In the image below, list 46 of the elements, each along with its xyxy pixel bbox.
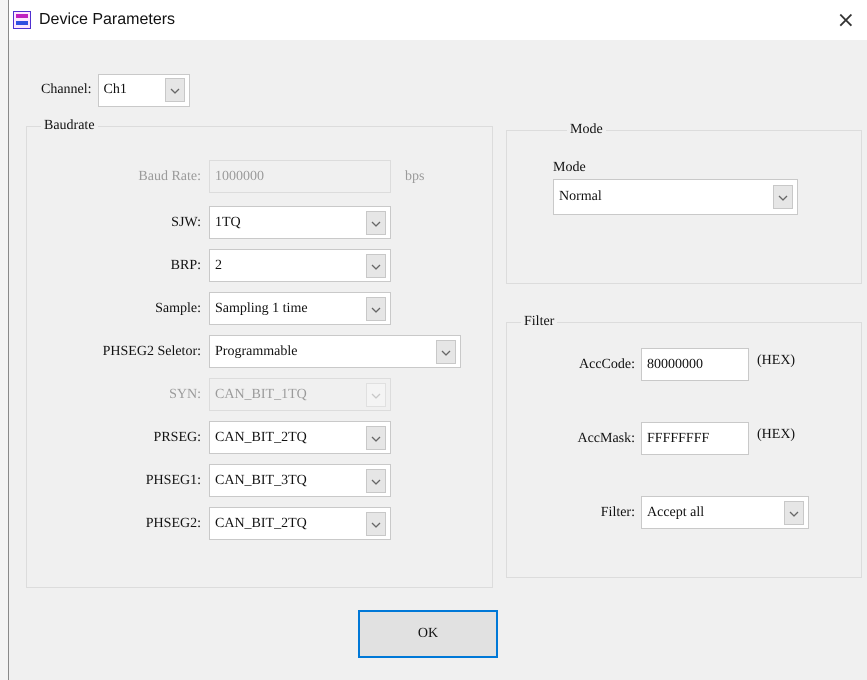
channel-label: Channel:	[41, 82, 92, 98]
chevron-down-icon[interactable]	[366, 426, 386, 450]
chevron-down-icon[interactable]	[164, 78, 185, 102]
field-label: Filter:	[600, 504, 635, 520]
field-label: Baud Rate:	[137, 168, 201, 184]
input-field[interactable]: 80000000	[641, 348, 749, 381]
field-label: PHSEG1:	[144, 472, 201, 488]
chevron-down-icon[interactable]	[366, 210, 386, 234]
chevron-down-icon[interactable]	[366, 296, 386, 320]
field-label: Mode	[553, 160, 587, 176]
unit-label: (HEX)	[757, 426, 796, 442]
field-label: PHSEG2 Seletor:	[102, 344, 201, 360]
select-field[interactable]: Programmable	[209, 335, 461, 368]
channel-select[interactable]: Ch1	[98, 74, 190, 106]
field-label: SYN:	[168, 386, 201, 402]
close-button[interactable]: ×	[824, 0, 867, 40]
select-field[interactable]: Normal	[553, 179, 798, 215]
chevron-down-icon[interactable]	[436, 340, 456, 364]
select-field[interactable]: CAN_BIT_3TQ	[209, 464, 391, 497]
field-label: AccCode:	[578, 356, 635, 372]
select-field[interactable]: Sampling 1 time	[209, 292, 391, 325]
input-field[interactable]: FFFFFFFF	[641, 422, 749, 455]
chevron-down-icon[interactable]	[773, 185, 793, 209]
select-field[interactable]: CAN_BIT_2TQ	[209, 421, 391, 454]
select-field[interactable]: Accept all	[641, 496, 809, 529]
field-label: BRP:	[170, 258, 201, 274]
unit-label: (HEX)	[757, 352, 796, 368]
ok-button[interactable]: OK	[358, 610, 498, 658]
unit-label: bps	[405, 168, 424, 184]
group-title: Filter	[523, 314, 556, 330]
chevron-down-icon[interactable]	[366, 468, 386, 492]
select-field[interactable]: 2	[209, 249, 391, 282]
field-label: SJW:	[170, 214, 201, 230]
window-title: Device Parameters	[39, 11, 176, 29]
group-title: Baudrate	[43, 118, 96, 134]
field-label: AccMask:	[576, 430, 635, 446]
select-field[interactable]: 1TQ	[209, 206, 391, 239]
field-label: PRSEG:	[152, 430, 201, 446]
app-icon	[13, 11, 31, 29]
field-label: PHSEG2:	[144, 516, 201, 532]
chevron-down-icon[interactable]	[366, 254, 386, 278]
group-title: Mode	[569, 122, 604, 138]
chevron-down-icon[interactable]	[784, 500, 804, 524]
chevron-down-icon[interactable]	[366, 512, 386, 536]
select-field[interactable]: CAN_BIT_2TQ	[209, 507, 391, 540]
field-label: Sample:	[154, 300, 201, 316]
